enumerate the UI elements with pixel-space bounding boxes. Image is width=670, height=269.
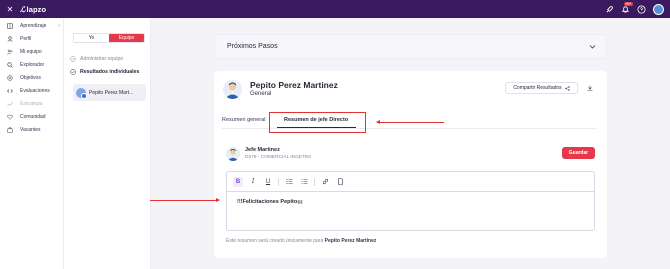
sidebar-item-vacantes[interactable]: Vacantes (0, 123, 63, 136)
app-logo[interactable]: ℒlapzo (20, 5, 46, 14)
summary-card: Pepito Perez Martinez General Compartir … (214, 71, 607, 258)
attachment-icon[interactable] (335, 177, 345, 187)
boss-name: Jefe Martinez (245, 147, 280, 153)
target-icon (7, 74, 13, 81)
sidebar-item-objetivos[interactable]: Objetivos (0, 71, 63, 84)
collapse-sidebar-icon[interactable]: ‹ (58, 23, 60, 29)
user-icon (7, 35, 13, 42)
sidebar-item-estrategia[interactable]: Estrategia (0, 97, 63, 110)
download-button[interactable] (583, 82, 597, 94)
sidebar-item-label: Objetivos (20, 74, 41, 81)
sidebar-item-explorador[interactable]: Explorador (0, 58, 63, 71)
toolbar-separator (278, 177, 279, 186)
summary-footnote: Este resumen será creado únicamente para… (226, 238, 376, 244)
boss-unit: D275 - COMERCIAL INGETEK (245, 155, 312, 160)
toggle-equipo[interactable]: Equipo (109, 34, 144, 42)
share-results-label: Compartir Resultados (513, 85, 562, 91)
team-panel: Yo Equipo Administrar equipo Resultados … (64, 18, 151, 269)
link-icon[interactable] (320, 177, 330, 187)
code-icon (7, 88, 13, 94)
share-results-button[interactable]: Compartir Resultados (505, 82, 578, 94)
rich-text-editor: B I U !!!Felicitaciones Pepito¡¡¡ (226, 171, 595, 231)
help-icon[interactable] (637, 4, 646, 14)
search-icon (7, 61, 13, 68)
chevron-down-icon[interactable] (589, 43, 596, 50)
next-steps-accordion[interactable]: Próximos Pasos (214, 34, 607, 59)
settings-check-icon (70, 56, 76, 62)
annotation-arrow (150, 198, 220, 202)
underline-icon[interactable]: U (263, 177, 273, 187)
download-icon (587, 85, 593, 91)
sidebar-item-label: Evaluaciones (20, 87, 50, 94)
team-icon (7, 49, 13, 55)
person-item[interactable]: Pepito Perez Mart... (73, 84, 146, 101)
annotation-highlight-box (269, 112, 366, 133)
administrar-equipo-link[interactable]: Administrar equipo (70, 56, 123, 62)
sidebar-item-label: Explorador (20, 61, 45, 68)
bell-icon[interactable]: 99+ (621, 1, 633, 14)
share-icon (564, 85, 570, 91)
person-name: Pepito Perez Mart... (89, 89, 134, 96)
boss-avatar (226, 147, 240, 161)
sidebar-item-label: Comunidad (20, 113, 46, 120)
user-avatar[interactable] (653, 3, 664, 15)
profile-role: General (250, 91, 272, 97)
bold-icon[interactable]: B (233, 176, 243, 187)
briefcase-icon (7, 127, 13, 133)
editor-content[interactable]: !!!Felicitaciones Pepito¡¡¡ (237, 199, 303, 205)
sidebar-item-label: Vacantes (20, 126, 41, 133)
sidebar-item-label: Mi equipo (20, 48, 42, 55)
numbered-list-icon[interactable] (299, 177, 309, 187)
profile-avatar (223, 80, 242, 99)
resultados-individuales-link[interactable]: Resultados individuales (70, 69, 139, 75)
rocket-icon[interactable] (605, 5, 614, 14)
resultados-individuales-label: Resultados individuales (80, 69, 140, 75)
footnote-text: Este resumen será creado únicamente para (226, 238, 324, 244)
profile-name: Pepito Perez Martinez (250, 80, 338, 90)
next-steps-title: Próximos Pasos (227, 43, 278, 50)
sidebar-item-mi-equipo[interactable]: Mi equipo (0, 45, 63, 58)
strategy-icon (7, 101, 13, 107)
tab-resumen-general[interactable]: Resumen general (222, 117, 265, 123)
check-circle-icon (70, 69, 76, 75)
bullet-list-icon[interactable] (284, 177, 294, 187)
top-bar: ✕ ℒlapzo 99+ (0, 0, 670, 18)
person-avatar (76, 87, 87, 99)
annotation-arrow (376, 120, 444, 124)
sidebar: ‹ Aprendizaje Perfil Mi equipo Explorado… (0, 18, 64, 269)
close-icon[interactable]: ✕ (6, 5, 14, 14)
italic-icon[interactable]: I (248, 177, 258, 187)
notification-badge: 99+ (624, 1, 633, 6)
administrar-equipo-label: Administrar equipo (80, 56, 124, 62)
sidebar-item-comunidad[interactable]: Comunidad (0, 110, 63, 123)
footnote-name: Pepito Perez Martinez (324, 238, 377, 244)
sidebar-item-label: Aprendizaje (20, 22, 47, 29)
sidebar-item-perfil[interactable]: Perfil (0, 32, 63, 45)
toggle-yo[interactable]: Yo (74, 34, 109, 42)
save-button[interactable]: Guardar (562, 147, 595, 159)
sidebar-item-aprendizaje[interactable]: Aprendizaje (0, 19, 63, 32)
editor-toolbar: B I U (227, 172, 594, 192)
sidebar-item-evaluaciones[interactable]: Evaluaciones (0, 84, 63, 97)
sidebar-item-label: Estrategia (20, 100, 43, 107)
heart-icon (7, 114, 13, 120)
sidebar-item-label: Perfil (20, 35, 32, 42)
toolbar-separator (314, 177, 315, 186)
book-icon (7, 22, 13, 29)
yo-equipo-toggle: Yo Equipo (73, 33, 145, 43)
